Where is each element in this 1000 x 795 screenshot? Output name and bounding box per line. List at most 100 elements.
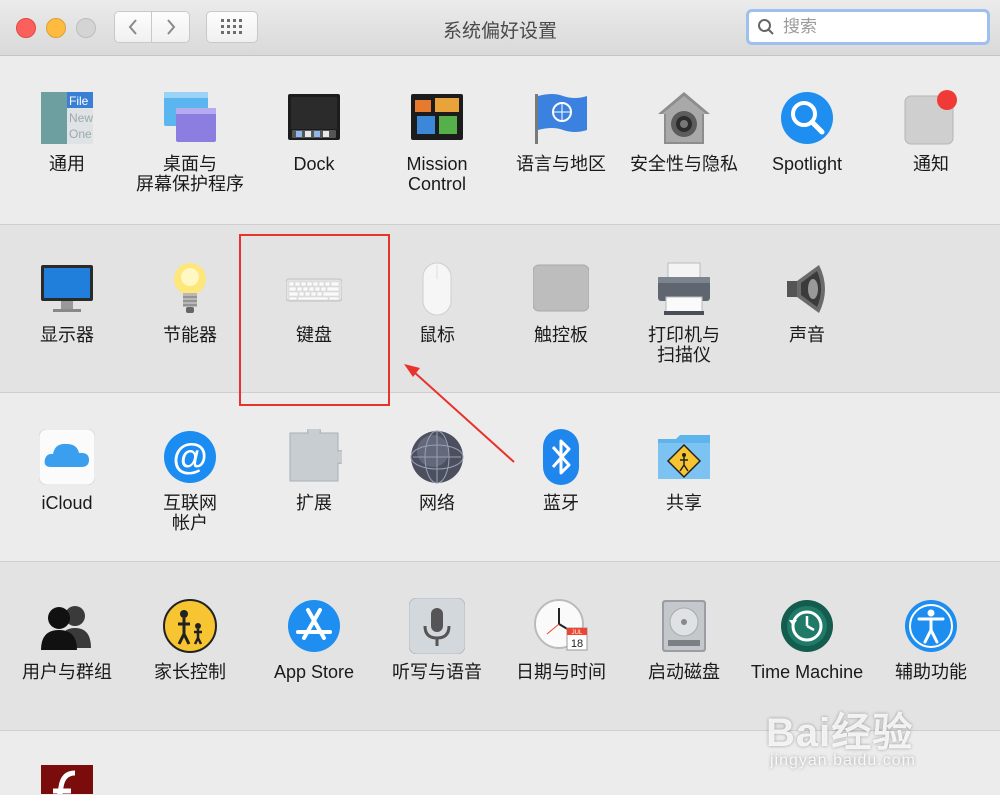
microphone-icon	[409, 598, 465, 654]
pref-energy-saver[interactable]: 节能器	[128, 261, 252, 401]
svg-text:JUL: JUL	[572, 630, 583, 636]
mouse-icon	[422, 262, 452, 316]
pref-mouse[interactable]: 鼠标	[375, 261, 499, 401]
lightbulb-icon	[174, 263, 206, 313]
pref-label: 语言与地区	[516, 154, 606, 174]
pref-dock[interactable]: Dock	[252, 90, 376, 230]
pref-label: 通知	[913, 154, 949, 174]
search-field[interactable]	[746, 9, 990, 45]
house-lock-icon	[658, 92, 710, 144]
pref-spotlight[interactable]: Spotlight	[745, 90, 869, 230]
svg-text:18: 18	[571, 638, 583, 650]
pref-app-store[interactable]: App Store	[252, 598, 376, 738]
sharing-folder-icon	[658, 435, 710, 479]
accessibility-icon	[905, 600, 957, 652]
icloud-icon	[39, 429, 95, 485]
svg-text:File: File	[69, 94, 89, 108]
pref-icloud[interactable]: iCloud	[5, 429, 129, 569]
search-input[interactable]	[781, 16, 975, 38]
pref-keyboard[interactable]: 键盘	[252, 261, 376, 401]
pref-date-time[interactable]: JUL 18 日期与时间	[499, 598, 623, 738]
svg-text:New: New	[69, 111, 93, 125]
clock-calendar-icon: JUL 18	[534, 599, 588, 651]
zoom-window-button[interactable]	[76, 18, 96, 38]
pref-label: 用户与群组	[22, 662, 112, 682]
svg-text:@: @	[172, 436, 207, 477]
pref-general[interactable]: File New One 通用	[5, 90, 129, 230]
bluetooth-icon	[543, 429, 579, 485]
pref-label: 通用	[49, 154, 85, 174]
un-flag-icon	[535, 94, 587, 144]
desktop-screensaver-icon	[164, 92, 216, 142]
pref-network[interactable]: 网络	[375, 429, 499, 569]
printer-icon	[658, 262, 710, 315]
back-button[interactable]	[114, 11, 152, 43]
section-personal: File New One 通用 桌面与 屏幕保护程序 Dock Mission …	[0, 56, 1000, 225]
pref-users-groups[interactable]: 用户与群组	[5, 598, 129, 738]
pref-desktop-screensaver[interactable]: 桌面与 屏幕保护程序	[128, 90, 252, 230]
pref-parental-controls[interactable]: 家长控制	[128, 598, 252, 738]
grid-icon	[221, 19, 242, 34]
puzzle-piece-icon	[289, 429, 342, 482]
pref-sound[interactable]: 声音	[745, 261, 869, 401]
pref-startup-disk[interactable]: 启动磁盘	[622, 598, 746, 738]
pref-trackpad[interactable]: 触控板	[499, 261, 623, 401]
title-bar: 系统偏好设置	[0, 0, 1000, 56]
pref-label: 键盘	[296, 325, 332, 345]
pref-label: 鼠标	[419, 325, 455, 345]
pref-sharing[interactable]: 共享	[622, 429, 746, 569]
pref-extensions[interactable]: 扩展	[252, 429, 376, 569]
section-other	[0, 731, 1000, 794]
pref-printers-scanners[interactable]: 打印机与 扫描仪	[622, 261, 746, 401]
pref-notifications[interactable]: 通知	[869, 90, 993, 230]
pref-label: 互联网 帐户	[163, 493, 217, 533]
pref-bluetooth[interactable]: 蓝牙	[499, 429, 623, 569]
pref-accessibility[interactable]: 辅助功能	[869, 598, 993, 738]
pref-label: 打印机与 扫描仪	[648, 325, 720, 365]
parental-controls-icon	[163, 599, 217, 653]
pref-label: 显示器	[40, 325, 94, 345]
chevron-right-icon	[166, 19, 175, 35]
time-machine-icon	[781, 600, 833, 652]
pref-dictation-speech[interactable]: 听写与语音	[375, 598, 499, 738]
chevron-left-icon	[128, 19, 137, 35]
section-system: 用户与群组 家长控制 App Store 听写与语音 JUL 18 日期与时间 …	[0, 562, 1000, 731]
pref-label: App Store	[273, 662, 355, 682]
window-title: 系统偏好设置	[442, 21, 557, 42]
pref-security-privacy[interactable]: 安全性与隐私	[622, 90, 746, 230]
pref-displays[interactable]: 显示器	[5, 261, 129, 401]
search-icon	[758, 19, 774, 35]
pref-flash-player[interactable]	[5, 765, 129, 795]
pref-label: Dock	[293, 154, 335, 174]
minimize-window-button[interactable]	[46, 18, 66, 38]
pref-label: 触控板	[534, 325, 588, 345]
display-icon	[41, 265, 93, 312]
pref-mission-control[interactable]: Mission Control	[375, 90, 499, 230]
app-store-icon	[288, 600, 340, 652]
pref-label: 听写与语音	[392, 662, 482, 682]
pref-label: Spotlight	[771, 154, 843, 174]
svg-text:One: One	[69, 127, 92, 141]
pref-label: 桌面与 屏幕保护程序	[136, 154, 244, 194]
mission-control-icon	[411, 94, 463, 140]
pref-language-region[interactable]: 语言与地区	[499, 90, 623, 230]
close-window-button[interactable]	[16, 18, 36, 38]
general-icon: File New One	[41, 92, 93, 144]
pref-label: iCloud	[41, 493, 93, 513]
notifications-icon	[904, 90, 957, 145]
show-all-button[interactable]	[206, 11, 258, 43]
pref-label: 家长控制	[154, 662, 226, 682]
pref-internet-accounts[interactable]: @ 互联网 帐户	[128, 429, 252, 569]
pref-label: Mission Control	[406, 154, 468, 194]
forward-button[interactable]	[152, 11, 190, 43]
section-hardware: 显示器 节能器 键盘 鼠标 触控板 打印机与 扫描仪 声音	[0, 225, 1000, 393]
pref-time-machine[interactable]: Time Machine	[745, 598, 869, 738]
pref-label: 启动磁盘	[648, 662, 720, 682]
users-icon	[41, 606, 91, 650]
spotlight-icon	[781, 92, 833, 144]
pref-label: 日期与时间	[516, 662, 606, 682]
trackpad-icon	[533, 264, 589, 312]
keyboard-icon	[286, 278, 342, 302]
hard-drive-icon	[662, 600, 706, 652]
at-sign-icon: @	[164, 431, 216, 483]
